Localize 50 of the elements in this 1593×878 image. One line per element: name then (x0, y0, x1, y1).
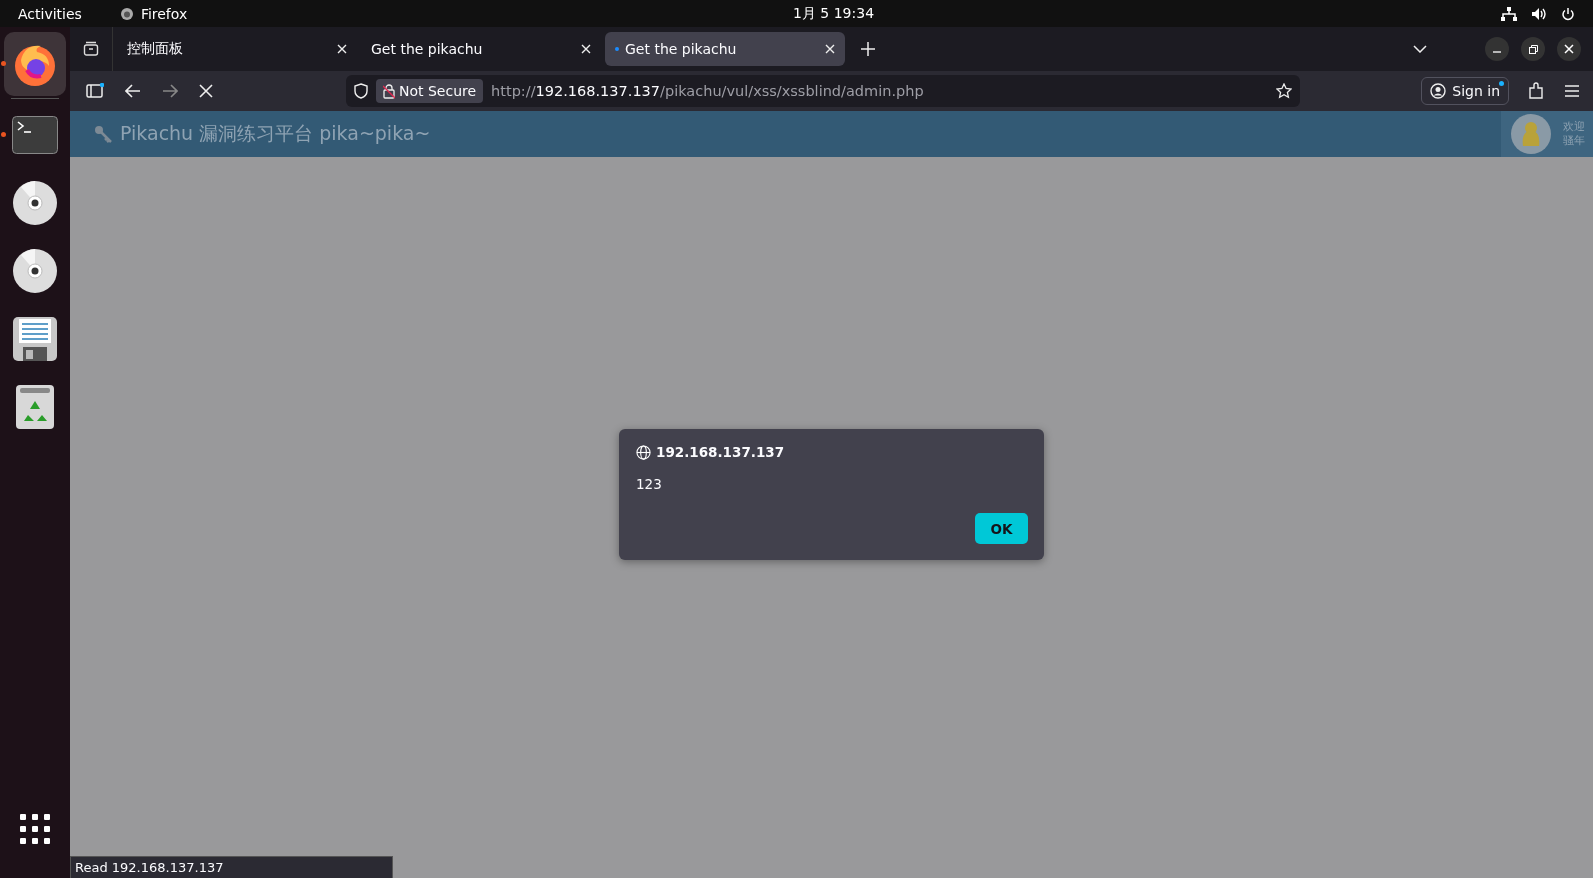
forward-icon[interactable] (162, 84, 178, 98)
dock-item[interactable] (4, 32, 66, 96)
menu-icon[interactable] (1565, 85, 1579, 97)
restore-button[interactable] (1521, 37, 1545, 61)
key-icon (94, 125, 114, 143)
url-text[interactable]: http://192.168.137.137/pikachu/vul/xss/xssblind/admin.php (491, 83, 924, 99)
avatar-icon (1511, 114, 1551, 154)
close-icon[interactable] (337, 44, 347, 54)
power-icon[interactable] (1561, 6, 1575, 21)
disc-icon (13, 181, 57, 225)
tab-list-chevron-icon[interactable] (1413, 45, 1427, 53)
dialog-origin: 192.168.137.137 (656, 444, 785, 460)
app-menu[interactable]: Firefox (140, 5, 188, 22)
minimize-button[interactable] (1485, 37, 1509, 61)
new-tab-icon[interactable] (861, 42, 875, 56)
close-icon[interactable] (581, 44, 591, 54)
running-indicator (1, 132, 6, 137)
globe-icon (636, 444, 651, 460)
dialog-message: 123 (636, 476, 663, 492)
close-icon (1564, 44, 1574, 54)
sign-in-button[interactable]: Sign in (1421, 77, 1509, 105)
close-button[interactable] (1557, 37, 1581, 61)
browser-tab[interactable]: 控制面板 (117, 32, 357, 66)
trash-icon (16, 385, 54, 429)
volume-icon[interactable] (1531, 6, 1547, 21)
user-name: 骚年 (1563, 134, 1585, 148)
stop-icon[interactable] (199, 84, 213, 98)
shield-icon[interactable] (354, 83, 368, 99)
tab-overview-icon[interactable] (83, 41, 99, 57)
close-icon[interactable] (825, 44, 835, 54)
back-icon[interactable] (125, 84, 141, 98)
welcome-text: 欢迎 (1563, 120, 1585, 134)
running-indicator (1, 61, 6, 66)
status-bar: Read 192.168.137.137 (70, 856, 393, 878)
app-grid-icon[interactable] (20, 814, 50, 844)
browser-tab[interactable]: Get the pikachu (361, 32, 601, 66)
browser-tab[interactable]: Get the pikachu (605, 32, 845, 66)
not-secure-indicator[interactable]: Not Secure (376, 79, 484, 103)
network-icon[interactable] (1501, 6, 1517, 21)
clock[interactable]: 1月 5 19:34 (793, 4, 875, 23)
account-icon (1430, 83, 1447, 99)
address-bar[interactable]: Not Secure http://192.168.137.137/pikachu/vul/xss/xssblind/admin.php (346, 75, 1301, 107)
star-icon[interactable] (1276, 83, 1293, 99)
extensions-icon[interactable] (1528, 82, 1544, 100)
sidebar-icon[interactable] (86, 83, 104, 99)
activities-button[interactable]: Activities (0, 5, 82, 22)
disc-icon (13, 249, 57, 293)
terminal-icon (12, 116, 58, 154)
ok-button[interactable]: OK (975, 513, 1028, 544)
restore-icon (1528, 44, 1538, 54)
